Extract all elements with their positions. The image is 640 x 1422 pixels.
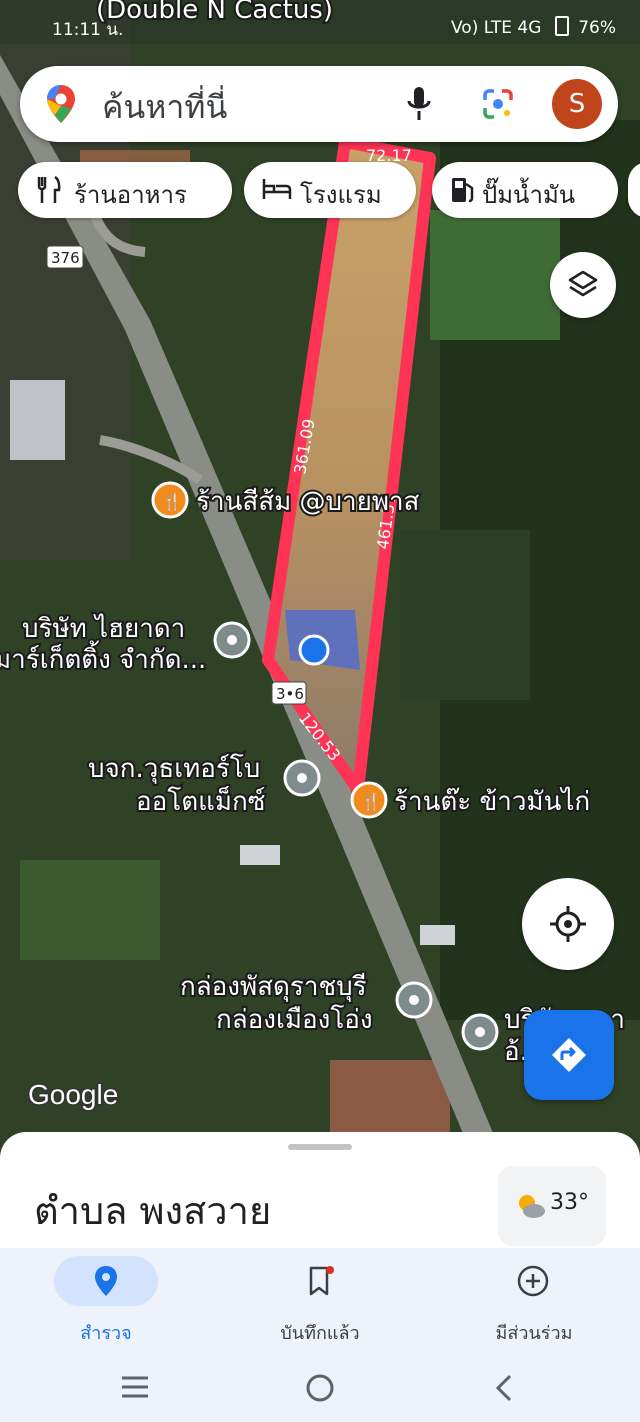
restaurant-icon — [37, 176, 61, 203]
layers-button[interactable] — [550, 252, 616, 318]
poi-label-line: กล่องเมืองโอ่ง — [216, 1004, 373, 1035]
poi-label: ร้านต๊ะ ข้าวมันไก่ — [394, 786, 590, 817]
bottom-navigation: สำรวจ บันทึกแล้ว มีส่วนร่วม — [0, 1248, 640, 1352]
chip-label: โรงแรม — [300, 181, 382, 209]
warehouse-roof — [10, 380, 65, 460]
tab-saved[interactable]: บันทึกแล้ว — [240, 1248, 400, 1352]
directions-button[interactable] — [524, 1010, 614, 1100]
account-avatar[interactable]: S — [552, 79, 602, 129]
brown-plot — [330, 1060, 450, 1140]
road-shield-label: 376 — [51, 249, 80, 267]
gas-station-icon — [452, 178, 474, 203]
chip-label: ปั๊มน้ำมัน — [482, 181, 576, 209]
my-location-button[interactable] — [522, 878, 614, 970]
farm-plot — [20, 860, 160, 960]
fish-ponds — [400, 530, 530, 700]
building-roof — [420, 925, 455, 945]
tab-label: สำรวจ — [80, 1323, 132, 1344]
sheet-drag-handle[interactable] — [288, 1144, 352, 1150]
crosshair-icon — [550, 906, 586, 942]
weather-temp: 33° — [550, 1190, 589, 1215]
search-bar[interactable]: ค้นหาที่นี่ S — [20, 66, 618, 142]
directions-icon — [552, 1038, 586, 1072]
search-placeholder: ค้นหาที่นี่ — [102, 88, 228, 126]
status-bar: 11:11 น. Vo) LTE 4G 76% — [0, 6, 640, 46]
layers-icon — [568, 270, 598, 297]
back-icon[interactable] — [492, 1373, 516, 1403]
battery-icon — [554, 16, 569, 36]
pin-dot — [475, 1027, 485, 1037]
weather-chip[interactable]: 33° — [498, 1166, 606, 1246]
microphone-icon[interactable] — [406, 86, 432, 122]
google-attribution: Google — [28, 1079, 118, 1110]
chip-restaurants[interactable]: ร้านอาหาร — [18, 162, 232, 218]
system-navigation-bar — [0, 1352, 640, 1422]
fork-knife-icon: 🍴 — [361, 792, 381, 811]
tab-explore[interactable]: สำรวจ — [26, 1248, 186, 1352]
fork-knife-icon: 🍴 — [162, 492, 182, 511]
chip-label: ร้านอาหาร — [74, 181, 187, 209]
place-name: ตำบล พงสวาย — [34, 1189, 272, 1233]
tab-label: มีส่วนร่วม — [495, 1323, 573, 1344]
recent-apps-icon[interactable] — [120, 1374, 150, 1400]
signal-indicator: Vo) LTE 4G — [450, 18, 542, 38]
chip-gas-stations[interactable]: ปั๊มน้ำมัน — [432, 162, 618, 218]
poi-label-line: ออโตแม็กซ์ — [136, 785, 265, 817]
explore-pin-icon — [95, 1266, 117, 1296]
green-field — [430, 210, 560, 340]
status-right: Vo) LTE 4G 76% — [451, 16, 616, 38]
current-location-dot[interactable] — [298, 634, 330, 666]
poi-label: ร้านสีส้ม @บายพาส — [196, 487, 420, 517]
road-shield-label: 3•6 — [276, 685, 304, 703]
home-icon[interactable] — [305, 1373, 335, 1403]
tab-contribute[interactable]: มีส่วนร่วม — [454, 1248, 614, 1352]
chip-hotels[interactable]: โรงแรม — [244, 162, 416, 218]
battery-level: 76% — [578, 18, 616, 38]
contribute-plus-icon — [517, 1265, 549, 1297]
tab-label: บันทึกแล้ว — [280, 1323, 360, 1344]
poi-label-line: บจก.วุธเทอร์โบ — [88, 753, 260, 784]
status-time: 11:11 น. — [52, 20, 124, 40]
pin-dot — [227, 635, 237, 645]
building-roof — [240, 845, 280, 865]
google-maps-logo-icon — [47, 85, 75, 123]
poi-label-line: กล่องพัสดุราชบุรี — [180, 972, 367, 1002]
poi-label-line: มาร์เก็ตติ้ง จำกัด... — [0, 640, 206, 675]
partly-cloudy-icon — [519, 1195, 545, 1218]
poi-label-line: บริษัท ไฮยาดา — [22, 613, 185, 644]
google-lens-icon[interactable] — [482, 88, 514, 120]
pin-dot — [297, 773, 307, 783]
pin-dot — [409, 995, 419, 1005]
saved-bookmark-icon — [309, 1266, 334, 1296]
hotel-icon — [262, 179, 292, 199]
